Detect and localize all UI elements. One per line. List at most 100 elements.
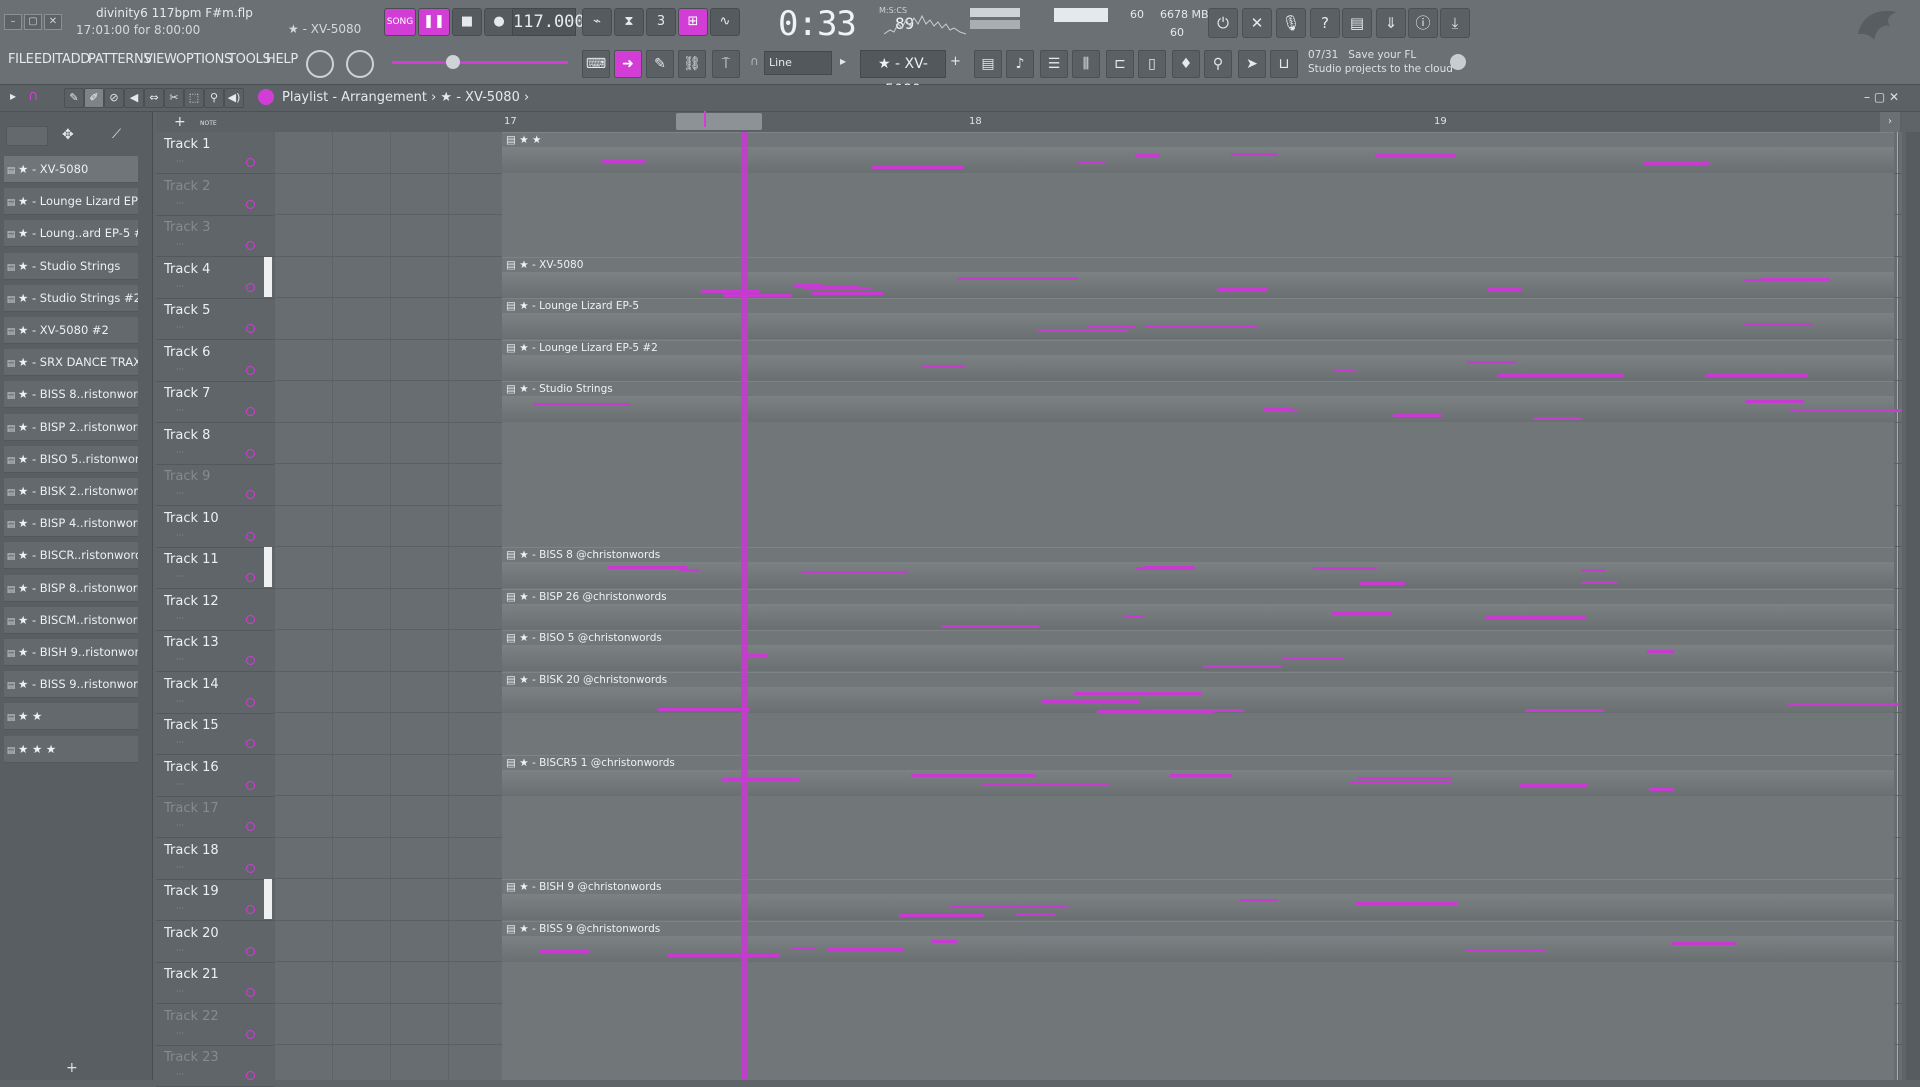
- picker-item[interactable]: ▤ ★ - BISCM..ristonwords: [4, 606, 138, 634]
- track-grip-icon[interactable]: ···: [176, 572, 184, 581]
- wait-input-icon[interactable]: ⧗: [614, 8, 644, 36]
- track-grip-icon[interactable]: ···: [176, 365, 184, 374]
- track-grip-icon[interactable]: ···: [176, 282, 184, 291]
- record-button[interactable]: ●: [484, 8, 514, 36]
- globe-icon[interactable]: [1450, 54, 1466, 70]
- track-header[interactable]: Track 16 ···: [156, 755, 274, 797]
- track-mute-led[interactable]: [246, 282, 255, 292]
- channel-rack-icon[interactable]: ☰: [1040, 50, 1068, 78]
- slip-tool-icon[interactable]: ⇔: [144, 88, 164, 108]
- pattern-selector[interactable]: ★ - XV-5080: [860, 50, 946, 98]
- picker-item[interactable]: ▤ ★ - Studio Strings: [4, 252, 138, 280]
- pattern-clip[interactable]: ▤ ★ - Lounge Lizard EP-5 #2: [502, 339, 1894, 381]
- horizontal-scroll-thumb[interactable]: [676, 113, 762, 130]
- track-mute-led[interactable]: [246, 407, 255, 416]
- track-grip-icon[interactable]: ···: [176, 946, 184, 955]
- track-mute-led[interactable]: [246, 490, 255, 499]
- menu-options[interactable]: OPTIONS: [176, 52, 232, 67]
- picker-item[interactable]: ▤★ - BISH 9..ristonwords: [4, 639, 138, 666]
- picker-item[interactable]: ▤ ★ - Studio Strings #2: [4, 284, 138, 312]
- picker-item[interactable]: ▤ ★ - BISP 8..ristonwords: [4, 574, 138, 602]
- touch-keyboard-icon[interactable]: ⚲: [1204, 50, 1232, 78]
- track-grip-icon[interactable]: ···: [176, 199, 184, 208]
- picker-item[interactable]: ▤ ★ - BISS 9..ristonwords: [4, 671, 138, 699]
- picker-item[interactable]: ▤★ - BISO 5..ristonwords: [4, 445, 138, 473]
- mixer-icon[interactable]: ⫼: [1072, 50, 1100, 78]
- pattern-clip[interactable]: ▤ ★ - Lounge Lizard EP-5: [502, 298, 1894, 340]
- track-header[interactable]: Track 3 ···: [156, 215, 274, 257]
- track-mute-led[interactable]: [246, 946, 255, 956]
- track-grip-icon[interactable]: ···: [176, 489, 184, 498]
- track-header[interactable]: Track 7 ···: [156, 381, 274, 423]
- pattern-clip[interactable]: ▤ ★ - Studio Strings: [502, 381, 1902, 547]
- picker-item[interactable]: ▤ ★ - BISP 4..ristonwords: [4, 510, 138, 538]
- main-slider-thumb[interactable]: [446, 55, 460, 69]
- plugin-picker-icon[interactable]: ♦: [1172, 50, 1200, 78]
- picker-item[interactable]: ▤ ★ - XV-5080 #2: [4, 317, 138, 344]
- track-mute-led[interactable]: [246, 905, 255, 914]
- track-mute-led[interactable]: [246, 1029, 255, 1039]
- track-grip-icon[interactable]: ···: [176, 863, 184, 872]
- track-mute-led[interactable]: [246, 988, 255, 997]
- news-panel[interactable]: 07/31 Save your FL Studio projects to th…: [1308, 48, 1453, 76]
- track-mute-led[interactable]: [246, 656, 255, 665]
- pattern-clip[interactable]: ▤ ★ - BISS 8 @christonwords: [502, 547, 1894, 589]
- shop-icon[interactable]: ⊔: [1270, 50, 1298, 78]
- track-grip-icon[interactable]: ···: [176, 1070, 184, 1079]
- menu-file[interactable]: FILE: [8, 52, 34, 67]
- picker-item[interactable]: ▤ ★ - SRX DANCE TRAX: [4, 349, 138, 377]
- track-mute-led[interactable]: [246, 863, 255, 873]
- track-grip-icon[interactable]: ···: [176, 448, 184, 457]
- track-grip-icon[interactable]: ···: [176, 738, 184, 747]
- track-header[interactable]: Track 18 ···: [156, 838, 274, 880]
- scroll-right-icon[interactable]: ›: [1880, 112, 1900, 132]
- track-header[interactable]: Track 14 ···: [156, 672, 274, 714]
- loop-marker[interactable]: [704, 111, 706, 127]
- track-mute-led[interactable]: [246, 614, 255, 624]
- pattern-clip[interactable]: ▤ ★ - BISP 26 @christonwords: [502, 588, 1894, 630]
- track-header[interactable]: Track 5 ···: [156, 298, 274, 340]
- microphone-icon[interactable]: 🎙: [1276, 8, 1306, 38]
- zoom-tool-icon[interactable]: ⚲: [204, 88, 224, 108]
- metronome-icon[interactable]: ⌁: [582, 8, 612, 36]
- track-grip-icon[interactable]: ···: [176, 531, 184, 540]
- save-icon[interactable]: ▤: [1342, 8, 1372, 38]
- track-header[interactable]: Track 15 ···: [156, 713, 274, 755]
- countdown-icon[interactable]: 3: [646, 8, 676, 36]
- track-header[interactable]: Track 23 ···: [156, 1045, 274, 1087]
- master-volume-knob[interactable]: [306, 50, 334, 78]
- track-mute-led[interactable]: [246, 822, 255, 831]
- select-tool-icon[interactable]: ⬚: [184, 88, 204, 108]
- track-grip-icon[interactable]: ···: [176, 780, 184, 789]
- pattern-clip[interactable]: ▤ ★ - BISO 5 @christonwords: [502, 630, 1894, 672]
- time-display[interactable]: 0:33: [778, 4, 857, 44]
- typing-keyboard-icon[interactable]: ⌨: [582, 50, 610, 78]
- picker-brush-icon[interactable]: ⟋: [112, 127, 121, 142]
- master-pitch-knob[interactable]: [346, 50, 374, 78]
- song-mode-button[interactable]: SONG: [384, 8, 416, 36]
- link-icon[interactable]: ⛓: [678, 50, 706, 78]
- track-mute-led[interactable]: [246, 448, 255, 458]
- track-grip-icon[interactable]: ···: [176, 240, 184, 249]
- piano-roll-icon[interactable]: ♪: [1006, 50, 1034, 78]
- picker-item[interactable]: ▤ ★ - BISP 2..ristonwords: [4, 413, 138, 441]
- track-mute-led[interactable]: [246, 199, 255, 209]
- track-header[interactable]: Track 1 ···: [156, 132, 274, 174]
- picker-item[interactable]: ▤ ★ - BISK 2..ristonwords: [4, 478, 138, 505]
- track-mute-led[interactable]: [246, 365, 255, 375]
- picker-item[interactable]: ▤ ★ - Lounge Lizard EP-5: [4, 188, 138, 216]
- arrow-right-icon[interactable]: ➜: [614, 50, 642, 78]
- brush-icon[interactable]: ✎: [646, 50, 674, 78]
- picker-move-icon[interactable]: ✥: [62, 127, 74, 143]
- snap-magnet-icon[interactable]: ∩: [28, 88, 38, 104]
- play-button[interactable]: ❚❚: [418, 8, 450, 36]
- track-grip-icon[interactable]: ···: [176, 655, 184, 664]
- track-grip-icon[interactable]: ···: [176, 1029, 184, 1038]
- track-header[interactable]: Track 17 ···: [156, 796, 274, 838]
- track-grip-icon[interactable]: ···: [176, 697, 184, 706]
- close-icon[interactable]: ✕: [44, 14, 62, 30]
- magnet-icon[interactable]: ∩: [750, 54, 759, 68]
- step-edit-icon[interactable]: ⊞: [678, 8, 708, 36]
- picker-item[interactable]: ▤ ★ - XV-5080: [4, 156, 138, 183]
- track-header[interactable]: Track 19 ···: [156, 879, 274, 921]
